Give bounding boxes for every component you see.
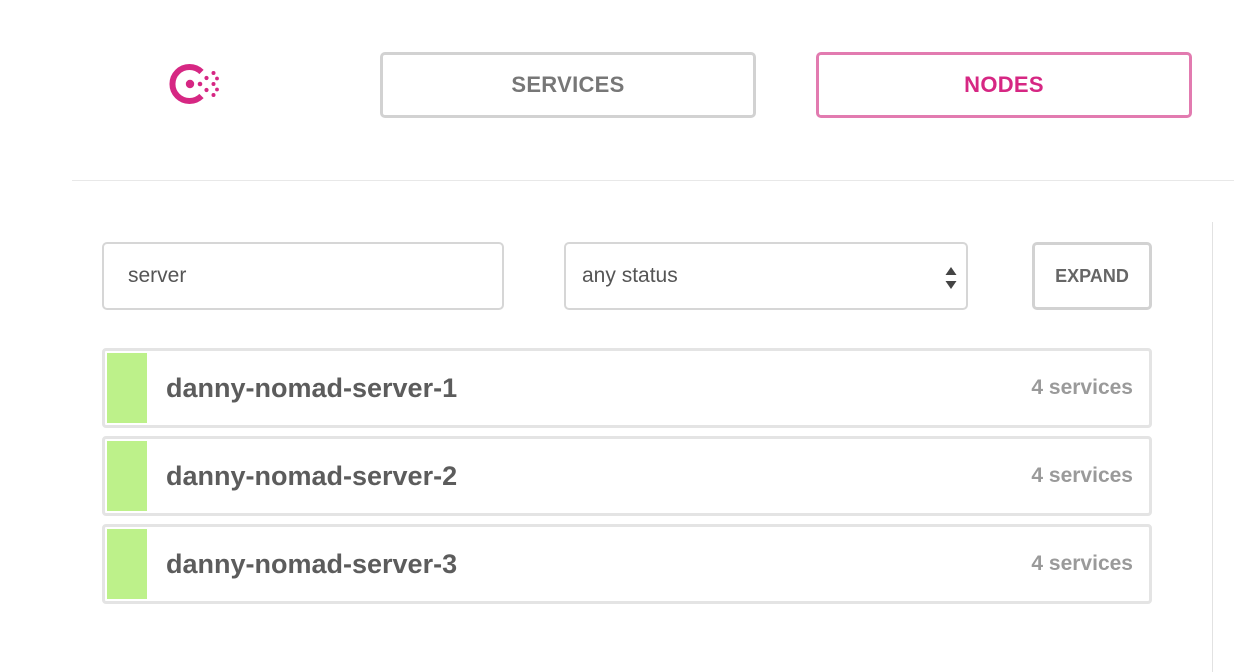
node-name: danny-nomad-server-3 bbox=[166, 548, 458, 579]
node-list-item[interactable]: danny-nomad-server-2 4 services bbox=[102, 436, 1152, 516]
nav-nodes-button[interactable]: NODES bbox=[816, 52, 1192, 118]
node-service-count: 4 services bbox=[1031, 552, 1133, 575]
expand-button[interactable]: EXPAND bbox=[1032, 242, 1152, 310]
node-service-count: 4 services bbox=[1031, 376, 1133, 399]
expand-button-label: EXPAND bbox=[1055, 265, 1129, 286]
nav-services-label: SERVICES bbox=[511, 72, 625, 97]
node-filter-input[interactable] bbox=[102, 242, 504, 310]
node-list-item[interactable]: danny-nomad-server-3 4 services bbox=[102, 524, 1152, 604]
node-service-count: 4 services bbox=[1031, 464, 1133, 487]
page: SERVICES NODES any status EXPAND danny-n… bbox=[0, 0, 1234, 672]
nav-nodes-label: NODES bbox=[964, 72, 1044, 97]
node-health-indicator bbox=[107, 353, 147, 423]
nav-services-button[interactable]: SERVICES bbox=[380, 52, 756, 118]
status-select[interactable]: any status bbox=[564, 242, 968, 310]
side-divider bbox=[1212, 222, 1213, 672]
node-health-indicator bbox=[107, 529, 147, 599]
node-health-indicator bbox=[107, 441, 147, 511]
header-divider bbox=[72, 180, 1234, 181]
node-list: danny-nomad-server-1 4 services danny-no… bbox=[102, 348, 1152, 612]
node-name: danny-nomad-server-1 bbox=[166, 372, 458, 403]
node-list-item[interactable]: danny-nomad-server-1 4 services bbox=[102, 348, 1152, 428]
select-arrows-icon bbox=[944, 266, 958, 290]
node-name: danny-nomad-server-2 bbox=[166, 460, 458, 491]
status-select-value: any status bbox=[582, 264, 678, 287]
consul-logo-icon[interactable] bbox=[163, 56, 223, 112]
